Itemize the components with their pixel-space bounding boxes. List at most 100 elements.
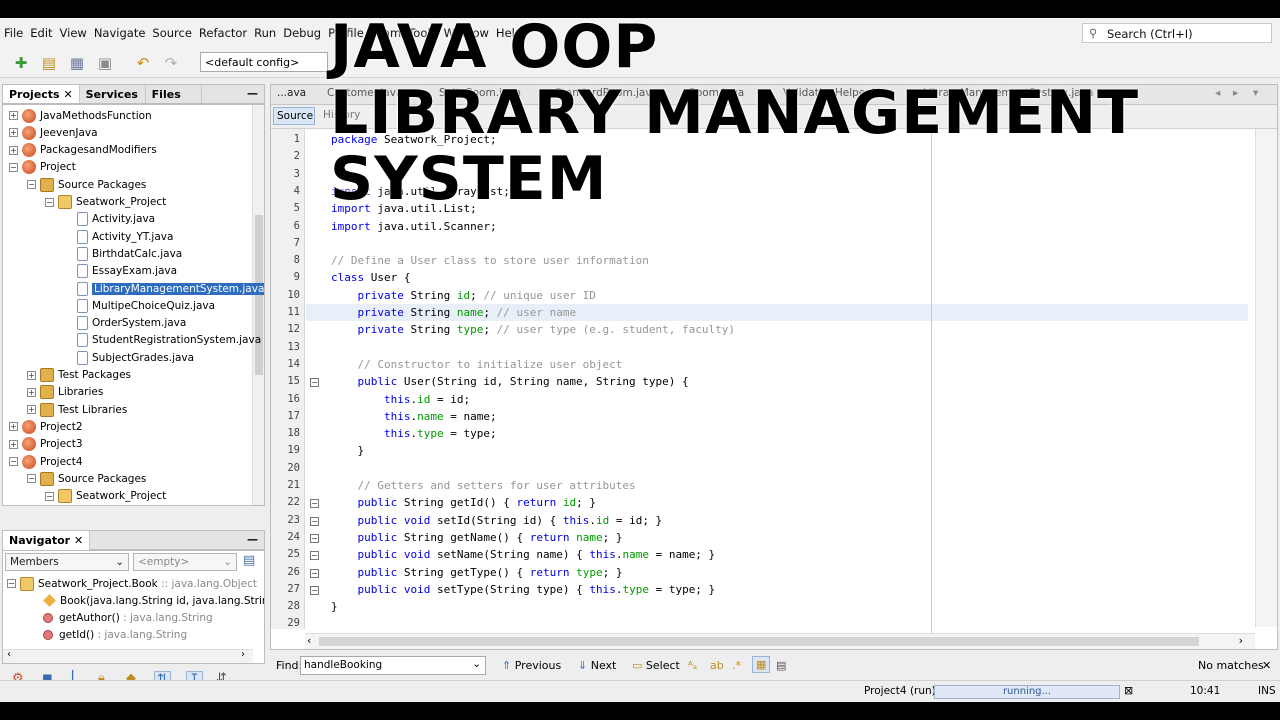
tree-item[interactable]: LibraryManagementSystem.java bbox=[77, 280, 264, 297]
fold-toggle-icon[interactable]: − bbox=[310, 568, 319, 578]
tab-projects[interactable]: Projects ✕ bbox=[3, 85, 80, 103]
menu-view[interactable]: View bbox=[60, 26, 87, 40]
collapse-icon[interactable]: − bbox=[27, 474, 36, 484]
expand-icon[interactable]: + bbox=[27, 370, 36, 380]
menu-file[interactable]: File bbox=[4, 26, 23, 40]
menu-debug[interactable]: Debug bbox=[283, 26, 321, 40]
match-case-icon[interactable]: ᴬₐ bbox=[688, 659, 697, 672]
find-input[interactable]: handleBooking ⌄ bbox=[300, 656, 486, 675]
expand-icon[interactable]: + bbox=[27, 387, 36, 397]
navigator-item[interactable]: Book(java.lang.String id, java.lang.Stri… bbox=[43, 592, 264, 609]
tree-scrollbar[interactable] bbox=[252, 105, 264, 505]
editor-hscroll-thumb[interactable] bbox=[319, 637, 1199, 646]
tree-item[interactable]: − Seatwork_Project bbox=[45, 194, 166, 211]
scroll-right-icon[interactable]: › bbox=[1239, 634, 1243, 647]
scroll-left-icon[interactable]: ‹ bbox=[7, 649, 11, 660]
tree-item[interactable]: + Project3 bbox=[9, 436, 83, 453]
expand-icon[interactable]: + bbox=[9, 128, 18, 138]
tree-item[interactable]: MultipeChoiceQuiz.java bbox=[77, 297, 215, 314]
tree-item[interactable]: Activity_YT.java bbox=[77, 228, 173, 245]
scroll-tabs-left-icon[interactable]: ◂ bbox=[1215, 87, 1220, 99]
redo-icon[interactable]: ↷ bbox=[160, 52, 182, 74]
chevron-down-icon[interactable]: ⌄ bbox=[472, 658, 481, 670]
navigator-item[interactable]: getAuthor() : java.lang.String bbox=[43, 609, 213, 626]
cancel-process-icon[interactable]: ⊠ bbox=[1124, 684, 1133, 697]
tab-services[interactable]: Services bbox=[80, 85, 146, 103]
menu-run[interactable]: Run bbox=[254, 26, 276, 40]
close-icon[interactable]: ✕ bbox=[74, 534, 83, 547]
expand-icon[interactable]: + bbox=[9, 439, 18, 449]
undo-icon[interactable]: ↶ bbox=[132, 52, 154, 74]
collapse-icon[interactable]: − bbox=[9, 162, 18, 172]
find-select-button[interactable]: ▭ Select bbox=[632, 659, 680, 672]
save-all-icon[interactable]: ▣ bbox=[94, 52, 116, 74]
tree-item[interactable]: − Source Packages bbox=[27, 176, 146, 193]
fold-toggle-icon[interactable]: − bbox=[310, 585, 319, 595]
fold-toggle-icon[interactable]: − bbox=[310, 378, 319, 388]
tree-item[interactable]: − Project bbox=[9, 159, 76, 176]
new-project-icon[interactable]: ✚ bbox=[10, 52, 32, 74]
menu-edit[interactable]: Edit bbox=[30, 26, 52, 40]
fold-toggle-icon[interactable]: − bbox=[310, 533, 319, 543]
regex-icon[interactable]: .* bbox=[732, 659, 741, 672]
navigator-hscrollbar[interactable]: ‹ › bbox=[3, 649, 253, 663]
navigator-item[interactable]: getId() : java.lang.String bbox=[43, 626, 187, 643]
menu-refactor[interactable]: Refactor bbox=[199, 26, 247, 40]
tree-item[interactable]: + Test Packages bbox=[27, 367, 131, 384]
highlight-results-icon[interactable]: ▦ bbox=[752, 656, 771, 673]
tree-item[interactable]: BirthdatCalc.java bbox=[77, 245, 182, 262]
editor-horizontal-scrollbar[interactable]: ‹ › bbox=[305, 633, 1255, 649]
tree-item[interactable]: + PackagesandModifiers bbox=[9, 142, 157, 159]
filter-select[interactable]: <empty> ⌄ bbox=[133, 553, 237, 571]
collapse-icon[interactable]: − bbox=[27, 180, 36, 190]
new-file-icon[interactable]: ▤ bbox=[38, 52, 60, 74]
fold-toggle-icon[interactable]: − bbox=[310, 499, 319, 509]
scroll-tabs-right-icon[interactable]: ▸ bbox=[1233, 87, 1238, 99]
tree-item[interactable]: − Seatwork_Project bbox=[45, 488, 166, 505]
whole-words-icon[interactable]: ab bbox=[710, 659, 724, 672]
collapse-icon[interactable]: − bbox=[45, 197, 54, 207]
editor-vertical-scrollbar[interactable] bbox=[1255, 129, 1277, 627]
tree-item[interactable]: StudentRegistrationSystem.java bbox=[77, 332, 261, 349]
find-next-button[interactable]: ⇓ Next bbox=[578, 659, 616, 672]
tree-item[interactable]: − Source Packages bbox=[27, 470, 146, 487]
minimize-icon[interactable]: — bbox=[247, 533, 258, 546]
scroll-left-icon[interactable]: ‹ bbox=[307, 634, 311, 647]
tree-item[interactable]: Activity.java bbox=[77, 211, 155, 228]
editor-tab[interactable]: ...ava bbox=[277, 87, 306, 99]
tree-item[interactable]: EssayExam.java bbox=[77, 263, 177, 280]
close-find-icon[interactable]: ✕ bbox=[1262, 659, 1271, 672]
collapse-icon[interactable]: − bbox=[7, 579, 16, 588]
minimize-icon[interactable]: — bbox=[247, 87, 258, 100]
expand-icon[interactable]: + bbox=[9, 111, 18, 120]
source-view-button[interactable]: Source bbox=[273, 107, 315, 125]
collapse-icon[interactable]: − bbox=[9, 457, 18, 466]
filter-options-icon[interactable]: ▤ bbox=[243, 553, 255, 568]
config-select[interactable]: <default config> bbox=[200, 52, 328, 72]
navigator-class-row[interactable]: − Seatwork_Project.Book :: java.lang.Obj… bbox=[7, 575, 257, 592]
menu-source[interactable]: Source bbox=[152, 26, 192, 40]
scroll-right-icon[interactable]: › bbox=[241, 649, 245, 660]
tree-item[interactable]: + JavaMethodsFunction bbox=[9, 107, 152, 124]
tree-item[interactable]: OrderSystem.java bbox=[77, 315, 186, 332]
tree-item[interactable]: + Libraries bbox=[27, 384, 103, 401]
members-select[interactable]: Members ⌄ bbox=[5, 553, 129, 571]
collapse-icon[interactable]: − bbox=[45, 491, 54, 501]
open-project-icon[interactable]: ▦ bbox=[66, 52, 88, 74]
show-opened-documents-icon[interactable]: ▾ bbox=[1253, 87, 1258, 99]
menu-navigate[interactable]: Navigate bbox=[94, 26, 146, 40]
tree-item[interactable]: SubjectGrades.java bbox=[77, 349, 194, 366]
tab-navigator[interactable]: Navigator ✕ bbox=[3, 531, 91, 550]
fold-toggle-icon[interactable]: − bbox=[310, 516, 319, 526]
expand-icon[interactable]: + bbox=[9, 422, 18, 432]
close-icon[interactable]: ✕ bbox=[63, 88, 72, 101]
expand-icon[interactable]: + bbox=[9, 145, 18, 155]
tab-files[interactable]: Files bbox=[146, 85, 202, 103]
fold-toggle-icon[interactable]: − bbox=[310, 551, 319, 561]
tree-item[interactable]: − Project4 bbox=[9, 453, 83, 470]
wrap-around-icon[interactable]: ▤ bbox=[776, 659, 786, 672]
tree-item[interactable]: + JeevenJava bbox=[9, 124, 98, 141]
tree-item[interactable]: + Project2 bbox=[9, 418, 83, 435]
tree-item[interactable]: + Test Libraries bbox=[27, 401, 127, 418]
expand-icon[interactable]: + bbox=[27, 405, 36, 415]
